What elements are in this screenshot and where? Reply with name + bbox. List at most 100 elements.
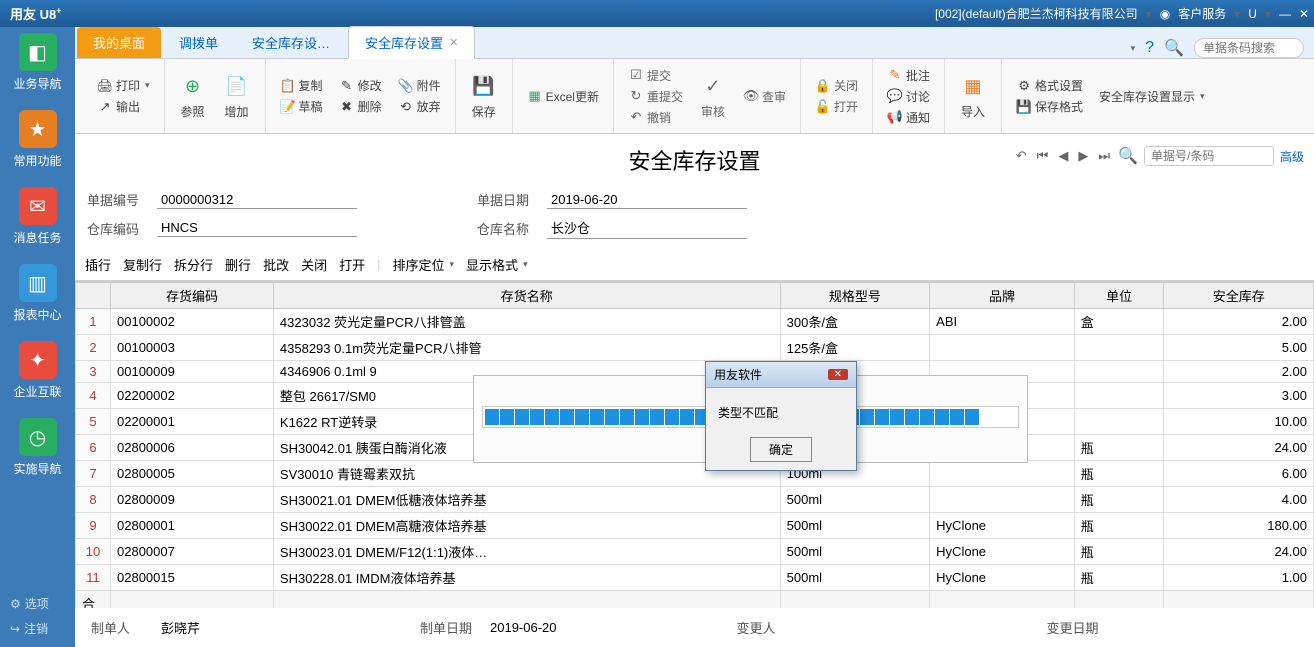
advanced-link[interactable]: 高级 xyxy=(1280,148,1304,165)
wh-code-value[interactable]: HNCS xyxy=(157,219,357,237)
open-row-button[interactable]: 打开 xyxy=(339,255,365,274)
sidebar-item-impl[interactable]: ◷实施导航 xyxy=(8,418,68,477)
submit-button[interactable]: ☑提交 xyxy=(622,65,689,86)
table-row[interactable]: 1102800015SH30228.01 IMDM液体培养基500mlHyClo… xyxy=(76,565,1314,591)
doc-search-input[interactable] xyxy=(1144,146,1274,166)
insert-row-button[interactable]: 插行 xyxy=(85,255,111,274)
abandon-button[interactable]: ⟲放弃 xyxy=(392,96,447,117)
import-button[interactable]: ▦导入 xyxy=(953,71,993,122)
minimize-icon[interactable]: — xyxy=(1279,7,1291,21)
sort-button[interactable]: 排序定位▾ xyxy=(393,255,455,274)
resubmit-button[interactable]: ↻重提交 xyxy=(622,86,689,107)
draft-icon: 📝 xyxy=(280,99,296,115)
logout-icon: ↪ xyxy=(10,622,20,636)
sidebar-item-biznav[interactable]: ◧业务导航 xyxy=(8,33,68,92)
dialog-ok-button[interactable]: 确定 xyxy=(750,437,812,462)
sidebar-options[interactable]: ⚙选项 xyxy=(0,591,75,616)
draft-button[interactable]: 📝草稿 xyxy=(274,96,329,117)
tab-safety-stock-2[interactable]: 安全库存设置✕ xyxy=(348,26,475,59)
error-dialog: 用友软件 ✕ 类型不匹配 确定 xyxy=(705,361,857,471)
table-header[interactable]: 品牌 xyxy=(930,283,1075,309)
next-icon[interactable]: ▶ xyxy=(1076,148,1090,164)
sidebar-item-report[interactable]: ▥报表中心 xyxy=(8,264,68,323)
first-icon[interactable]: ⏮ xyxy=(1035,148,1051,164)
table-row[interactable]: 702800005SV30010 青链霉素双抗100ml瓶6.00 xyxy=(76,461,1314,487)
doc-date-value[interactable]: 2019-06-20 xyxy=(547,191,747,209)
cancel-submit-button[interactable]: ↶撤销 xyxy=(622,107,689,128)
table-header[interactable]: 单位 xyxy=(1074,283,1164,309)
barcode-search-input[interactable] xyxy=(1194,38,1304,58)
table-row[interactable]: 1002800007SH30023.01 DMEM/F12(1:1)液体…500… xyxy=(76,539,1314,565)
table-header[interactable]: 安全库存 xyxy=(1164,283,1314,309)
copy-row-button[interactable]: 复制行 xyxy=(123,255,162,274)
output-button[interactable]: ↗输出 xyxy=(91,96,156,117)
dialog-title: 用友软件 xyxy=(714,366,762,383)
abandon-icon: ⟲ xyxy=(398,99,414,115)
search-icon[interactable]: 🔍 xyxy=(1164,38,1184,58)
attach-icon: 📎 xyxy=(398,78,414,94)
split-row-button[interactable]: 拆分行 xyxy=(174,255,213,274)
table-row[interactable]: 902800001SH30022.01 DMEM高糖液体培养基500mlHyCl… xyxy=(76,513,1314,539)
table-header[interactable]: 存货编码 xyxy=(111,283,274,309)
edit-icon: ✎ xyxy=(339,78,355,94)
approve-button[interactable]: ✎批注 xyxy=(881,65,936,86)
tab-safety-stock-1[interactable]: 安全库存设… xyxy=(236,27,346,58)
edit-button[interactable]: ✎修改 xyxy=(333,75,388,96)
close-button[interactable]: 🔒关闭 xyxy=(809,75,864,96)
search-icon-2: 🔍 xyxy=(1118,146,1138,166)
display-setting-button[interactable]: 安全库存设置显示▾ xyxy=(1093,86,1211,107)
open-button[interactable]: 🔓打开 xyxy=(809,96,864,117)
reference-button[interactable]: ⊕参照 xyxy=(173,71,213,122)
delete-row-button[interactable]: 删行 xyxy=(225,255,251,274)
sidebar-item-enterprise[interactable]: ✦企业互联 xyxy=(8,341,68,400)
tabs-dropdown-icon[interactable]: ▾ xyxy=(1131,43,1136,54)
customer-service[interactable]: 客户服务 xyxy=(1178,5,1226,22)
wh-name-value[interactable]: 长沙仓 xyxy=(547,217,747,239)
close-icon[interactable]: ✕ xyxy=(1299,7,1309,21)
format-button[interactable]: ⚙格式设置 xyxy=(1010,75,1089,96)
save-format-icon: 💾 xyxy=(1016,99,1032,115)
resubmit-icon: ↻ xyxy=(628,88,644,104)
batch-button[interactable]: 批改 xyxy=(263,255,289,274)
notify-button[interactable]: 📢通知 xyxy=(881,107,936,128)
undo-icon: ↶ xyxy=(628,109,644,125)
excel-button[interactable]: ▦Excel更新 xyxy=(521,86,605,107)
table-row[interactable]: 2001000034358293 0.1m荧光定量PCR八排管125条/盒5.0… xyxy=(76,335,1314,361)
prev-icon[interactable]: ◀ xyxy=(1056,148,1070,164)
last-icon[interactable]: ⏭ xyxy=(1096,148,1112,164)
discuss-button[interactable]: 💬讨论 xyxy=(881,86,936,107)
doc-no-label: 单据编号 xyxy=(87,190,157,209)
close-row-button[interactable]: 关闭 xyxy=(301,255,327,274)
table-header[interactable] xyxy=(76,283,111,309)
attach-button[interactable]: 📎附件 xyxy=(392,75,447,96)
sidebar-item-message[interactable]: ✉消息任务 xyxy=(8,187,68,246)
undo-nav-icon[interactable]: ↶ xyxy=(1014,148,1029,164)
doc-no-value[interactable]: 0000000312 xyxy=(157,191,357,209)
u-menu[interactable]: U xyxy=(1248,7,1257,21)
delete-button[interactable]: ✖删除 xyxy=(333,96,388,117)
delete-icon: ✖ xyxy=(339,99,355,115)
save-format-button[interactable]: 💾保存格式 xyxy=(1010,96,1089,117)
export-icon: ↗ xyxy=(97,99,113,115)
add-button[interactable]: 📄增加 xyxy=(217,71,257,122)
copy-button[interactable]: 📋复制 xyxy=(274,75,329,96)
save-button[interactable]: 💾保存 xyxy=(464,71,504,122)
review-button[interactable]: 👁查审 xyxy=(737,86,792,107)
audit-button[interactable]: ✓审核 xyxy=(693,71,733,122)
help-icon[interactable]: ? xyxy=(1145,39,1154,57)
table-row[interactable]: 1001000024323032 荧光定量PCR八排管盖300条/盒ABI盒2.… xyxy=(76,309,1314,335)
sidebar-item-common[interactable]: ★常用功能 xyxy=(8,110,68,169)
sidebar-logout[interactable]: ↪注销 xyxy=(0,616,75,641)
tab-close-icon[interactable]: ✕ xyxy=(449,36,458,49)
tab-transfer[interactable]: 调拨单 xyxy=(163,27,234,58)
customer-service-icon[interactable]: ◉ xyxy=(1160,7,1170,21)
tab-desktop[interactable]: 我的桌面 xyxy=(77,27,161,58)
print-button[interactable]: 🖨打印▾ xyxy=(91,75,156,96)
table-row[interactable]: 802800009SH30021.01 DMEM低糖液体培养基500ml瓶4.0… xyxy=(76,487,1314,513)
table-header[interactable]: 存货名称 xyxy=(273,283,780,309)
dialog-close-icon[interactable]: ✕ xyxy=(828,369,848,380)
add-icon: 📄 xyxy=(223,73,251,101)
company-name[interactable]: [002](default)合肥兰杰柯科技有限公司 xyxy=(935,5,1138,22)
table-header[interactable]: 规格型号 xyxy=(780,283,930,309)
display-format-button[interactable]: 显示格式▾ xyxy=(466,255,528,274)
